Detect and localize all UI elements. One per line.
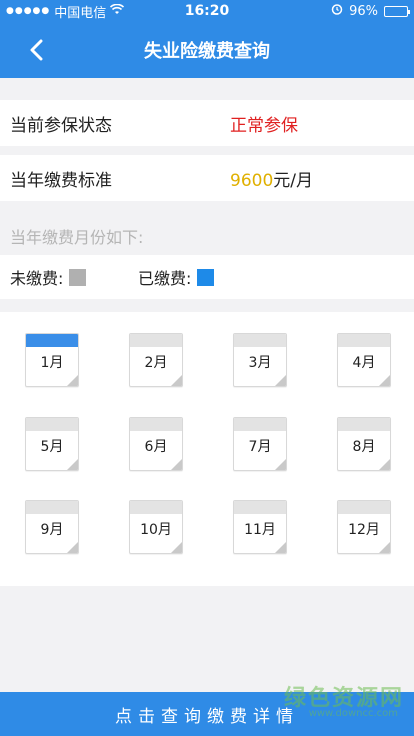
calendar-page-icon: 7月	[233, 417, 287, 471]
page-curl-icon	[378, 541, 390, 553]
month-tile[interactable]: 11月	[233, 500, 287, 554]
month-label: 5月	[40, 439, 64, 455]
month-label: 12月	[348, 522, 380, 538]
page-curl-icon	[378, 374, 390, 386]
unpaid-indicator	[338, 501, 390, 514]
months-section-hint: 当年缴费月份如下:	[10, 228, 144, 247]
unpaid-indicator	[26, 418, 78, 431]
month-tile[interactable]: 6月	[129, 417, 183, 471]
carrier-label: 中国电信	[54, 5, 107, 21]
page-curl-icon	[170, 374, 182, 386]
page-curl-icon	[170, 458, 182, 470]
month-label: 2月	[144, 355, 168, 371]
calendar-page-icon: 5月	[25, 417, 79, 471]
calendar-page-icon: 8月	[337, 417, 391, 471]
standard-value: 9600元/月	[230, 166, 313, 191]
calendar-page-icon: 2月	[129, 333, 183, 387]
legend-paid: 已缴费:	[138, 265, 215, 289]
status-left: ●●●●● 中国电信	[6, 2, 156, 21]
page-curl-icon	[66, 541, 78, 553]
status-value: 正常参保	[230, 115, 298, 136]
unpaid-indicator	[130, 334, 182, 347]
paid-swatch	[197, 268, 215, 286]
chevron-left-icon	[30, 39, 43, 61]
unpaid-indicator	[234, 334, 286, 347]
month-label: 9月	[40, 522, 64, 538]
legend-unpaid-label: 未缴费:	[10, 269, 64, 288]
payment-standard-row: 当年缴费标准 9600元/月	[0, 155, 414, 201]
unpaid-indicator	[234, 418, 286, 431]
unpaid-indicator	[338, 334, 390, 347]
calendar-page-icon: 4月	[337, 333, 391, 387]
unpaid-indicator	[26, 501, 78, 514]
watermark-url: www.downcc.com	[308, 708, 398, 719]
month-tile[interactable]: 5月	[25, 417, 79, 471]
standard-unit: 元/月	[273, 170, 313, 191]
back-button[interactable]	[22, 36, 50, 64]
insurance-status-row: 当前参保状态 正常参保	[0, 100, 414, 146]
month-label: 10月	[140, 522, 172, 538]
page-curl-icon	[378, 458, 390, 470]
nav-bar: 失业险缴费查询	[0, 22, 414, 78]
month-tile[interactable]: 9月	[25, 500, 79, 554]
month-label: 4月	[352, 355, 376, 371]
page-curl-icon	[274, 458, 286, 470]
page-curl-icon	[274, 541, 286, 553]
battery-percent: 96%	[349, 3, 378, 19]
month-grid: 1月 2月 3月 4月 5月 6月 7月 8月 9月 10月 11月 12月	[0, 312, 414, 586]
month-tile[interactable]: 2月	[129, 333, 183, 387]
status-right: 96%	[331, 3, 410, 19]
battery-icon	[384, 5, 410, 17]
month-label: 7月	[248, 439, 272, 455]
unpaid-indicator	[130, 501, 182, 514]
calendar-page-icon: 10月	[129, 500, 183, 554]
month-tile[interactable]: 4月	[337, 333, 391, 387]
paid-indicator	[26, 334, 78, 347]
month-tile[interactable]: 8月	[337, 417, 391, 471]
standard-amount: 9600	[230, 170, 274, 191]
status-label: 当前参保状态	[10, 115, 112, 136]
month-tile[interactable]: 3月	[233, 333, 287, 387]
month-tile[interactable]: 12月	[337, 500, 391, 554]
unpaid-indicator	[338, 418, 390, 431]
alarm-icon	[331, 3, 343, 19]
legend: 未缴费: 已缴费:	[0, 255, 414, 299]
calendar-page-icon: 12月	[337, 500, 391, 554]
calendar-page-icon: 3月	[233, 333, 287, 387]
page-curl-icon	[66, 374, 78, 386]
unpaid-swatch	[69, 268, 87, 286]
page-title: 失业险缴费查询	[144, 41, 270, 62]
page-curl-icon	[274, 374, 286, 386]
month-label: 1月	[40, 355, 64, 371]
legend-paid-label: 已缴费:	[138, 269, 192, 288]
calendar-page-icon: 1月	[25, 333, 79, 387]
month-tile[interactable]: 7月	[233, 417, 287, 471]
unpaid-indicator	[130, 418, 182, 431]
standard-label: 当年缴费标准	[10, 170, 112, 191]
page-curl-icon	[66, 458, 78, 470]
month-tile[interactable]: 10月	[129, 500, 183, 554]
calendar-page-icon: 11月	[233, 500, 287, 554]
month-tile[interactable]: 1月	[25, 333, 79, 387]
month-calendar-panel: 1月 2月 3月 4月 5月 6月 7月 8月 9月 10月 11月 12月	[0, 312, 414, 586]
month-label: 8月	[352, 439, 376, 455]
unpaid-indicator	[234, 501, 286, 514]
page-curl-icon	[170, 541, 182, 553]
signal-icon: ●●●●●	[6, 6, 51, 16]
status-bar: ●●●●● 中国电信 16:20 96%	[0, 0, 414, 22]
month-label: 11月	[244, 522, 276, 538]
month-label: 6月	[144, 439, 168, 455]
calendar-page-icon: 9月	[25, 500, 79, 554]
calendar-page-icon: 6月	[129, 417, 183, 471]
month-label: 3月	[248, 355, 272, 371]
wifi-icon	[110, 3, 125, 19]
view-payment-details-label: 点击查询缴费详情	[115, 706, 299, 727]
legend-unpaid: 未缴费:	[10, 265, 87, 289]
